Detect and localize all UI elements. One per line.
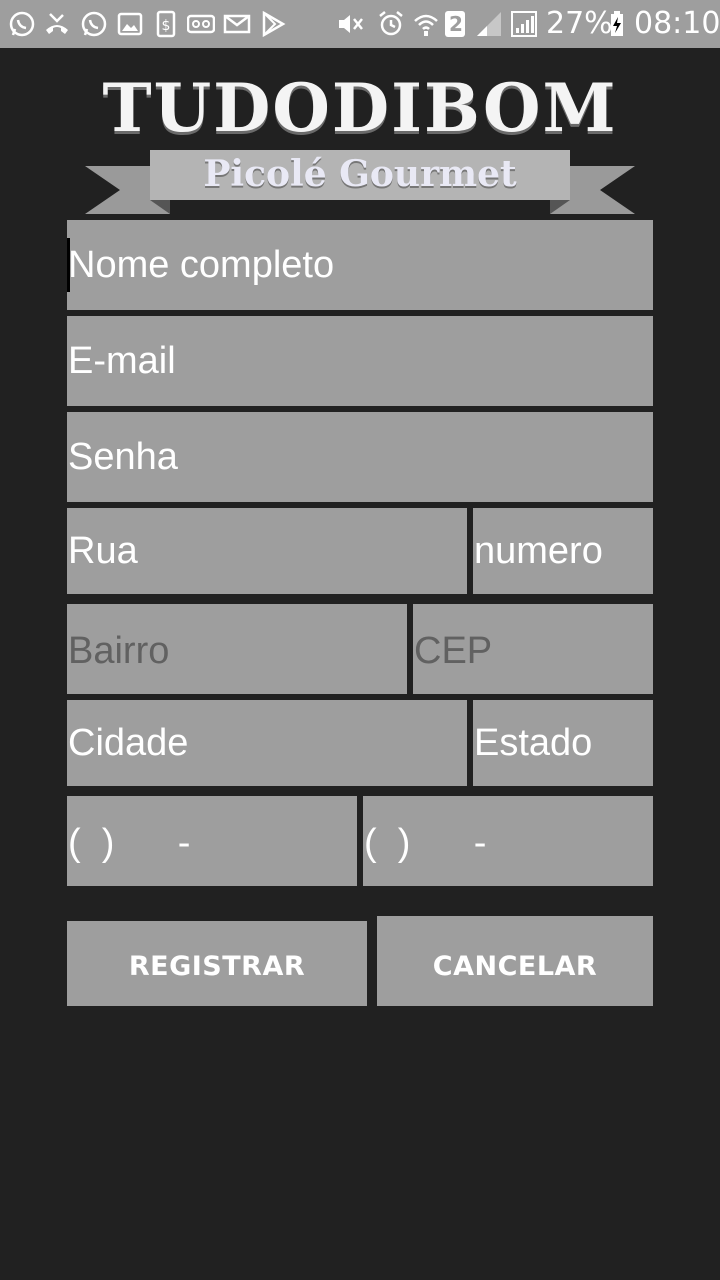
status-bar: $ 2 27% 08:10 [0,0,720,48]
whatsapp-icon [81,11,107,37]
senha-field[interactable]: Senha [67,412,653,502]
telefone-2-mask: ( ) - [364,822,487,864]
email-text: E-mail [68,340,176,382]
cidade-field[interactable]: Cidade [67,700,467,786]
bairro-placeholder: Bairro [68,630,170,672]
signal-icon [477,12,501,36]
wifi-icon [414,14,438,36]
mute-icon [339,15,363,33]
sim-slot-label: 2 [449,12,463,36]
whatsapp-icon [9,11,35,37]
estado-field[interactable]: Estado [473,700,653,786]
svg-text:$: $ [162,18,171,34]
brand-logo: TUDODIBOM Picolé Gourmet [80,70,640,220]
play-store-icon [262,10,286,38]
numero-field[interactable]: numero [473,508,653,594]
telefone-1-field[interactable]: ( ) - [67,796,357,886]
rua-text: Rua [68,530,138,572]
registrar-button[interactable]: REGISTRAR [67,921,367,1006]
cep-placeholder: CEP [414,630,493,672]
nome-completo-field[interactable]: Nome completo [67,220,653,310]
nome-completo-text: Nome completo [68,244,335,286]
alarm-icon [379,11,403,36]
signal-icon [511,11,537,37]
senha-text: Senha [68,436,178,478]
money-icon: $ [156,10,176,38]
image-icon [117,12,143,36]
bairro-field[interactable]: Bairro [67,604,407,694]
cidade-text: Cidade [68,722,189,764]
missed-call-icon [46,13,68,34]
registration-screen: $ 2 27% 08:10 TUDODIBOM Picolé Gourmet N… [0,0,720,1280]
numero-text: numero [474,530,603,572]
estado-text: Estado [474,722,593,764]
voicemail-icon [187,14,215,34]
clock: 08:10 [634,6,720,41]
email-field[interactable]: E-mail [67,316,653,406]
cancelar-button[interactable]: CANCELAR [377,916,653,1006]
logo-title: TUDODIBOM [102,69,618,147]
rua-field[interactable]: Rua [67,508,467,594]
mail-icon [223,14,251,34]
cep-field[interactable]: CEP [413,604,653,694]
battery-percent: 27% [546,6,613,41]
battery-charging-icon [611,11,623,36]
telefone-2-field[interactable]: ( ) - [363,796,653,886]
logo-subtitle: Picolé Gourmet [203,153,517,195]
telefone-1-mask: ( ) - [68,822,191,864]
